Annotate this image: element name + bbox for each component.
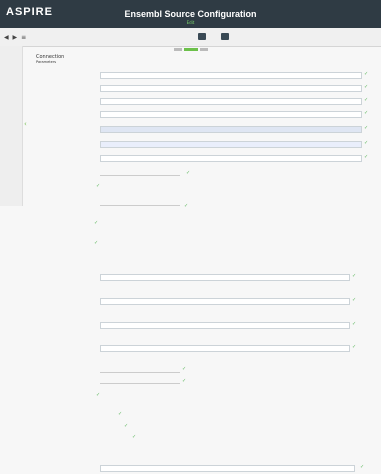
toolbar: ◀ ▶ ≡ [0,28,381,47]
forward-icon[interactable]: ▶ [13,34,18,41]
valid-check-icon: ✓ [184,203,189,209]
valid-check-icon: ✓ [364,71,369,77]
valid-check-icon: ✓ [364,84,369,90]
valid-check-icon: ✓ [364,154,369,160]
text-field[interactable] [100,155,362,162]
field-row: ✓ [0,109,381,119]
field-row: ✓ [0,153,381,163]
text-field[interactable] [100,322,350,329]
toolbar-button-1[interactable] [198,33,206,40]
text-field[interactable] [100,345,350,352]
field-row: ✓ [0,272,381,282]
field-row: ✓ [0,124,381,134]
text-field[interactable] [100,85,362,92]
menu-icon[interactable]: ≡ [21,34,26,41]
valid-check-icon: ✓ [124,423,129,429]
divider [100,372,180,373]
valid-check-icon: ✓ [364,140,369,146]
page-subtitle: Edit [186,20,195,25]
valid-check-icon: ✓ [364,110,369,116]
field-row: ✓ [0,343,381,353]
text-field[interactable] [100,72,362,79]
page-title: Ensembl Source Configuration [124,9,257,19]
valid-check-icon: ✓ [352,344,357,350]
step [199,48,208,51]
step-active [183,48,198,51]
progress-steps [0,47,381,52]
field-row: ✓ [0,320,381,330]
text-field[interactable] [100,98,362,105]
field-row: ✓ [0,139,381,149]
valid-check-icon: ✓ [352,297,357,303]
divider [100,175,180,176]
step [173,48,182,51]
field-row: ✓ [0,70,381,80]
valid-check-icon: ✓ [352,273,357,279]
valid-check-icon: ✓ [132,434,137,440]
valid-check-icon: ✓ [182,366,187,372]
valid-check-icon: ✓ [96,183,101,189]
valid-check-icon: ✓ [182,378,187,384]
valid-check-icon: ✓ [186,170,191,176]
app-header: ASPIRE Ensembl Source Configuration Edit [0,0,381,28]
text-field[interactable] [100,465,355,472]
field-row: ✓ [0,96,381,106]
text-field[interactable] [100,298,350,305]
field-row: ✓ [0,463,381,473]
valid-check-icon: ✓ [352,321,357,327]
toolbar-icons: ◀ ▶ ≡ [4,34,28,41]
valid-check-icon: ✓ [364,125,369,131]
text-field[interactable] [100,141,362,148]
toolbar-button-2[interactable] [221,33,229,40]
section-subtitle: Parameters [36,60,57,64]
divider [100,205,180,206]
valid-check-icon: ✓ [94,240,99,246]
text-field[interactable] [100,111,362,118]
back-icon[interactable]: ◀ [4,34,9,41]
text-field[interactable] [100,274,350,281]
field-row: ✓ [0,83,381,93]
valid-check-icon: ✓ [94,220,99,226]
valid-check-icon: ✓ [364,97,369,103]
valid-check-icon: ✓ [96,392,101,398]
field-row: ✓ [0,296,381,306]
select-field[interactable] [100,126,362,133]
valid-check-icon: ✓ [118,411,123,417]
divider [100,383,180,384]
valid-check-icon: ✓ [360,464,365,470]
